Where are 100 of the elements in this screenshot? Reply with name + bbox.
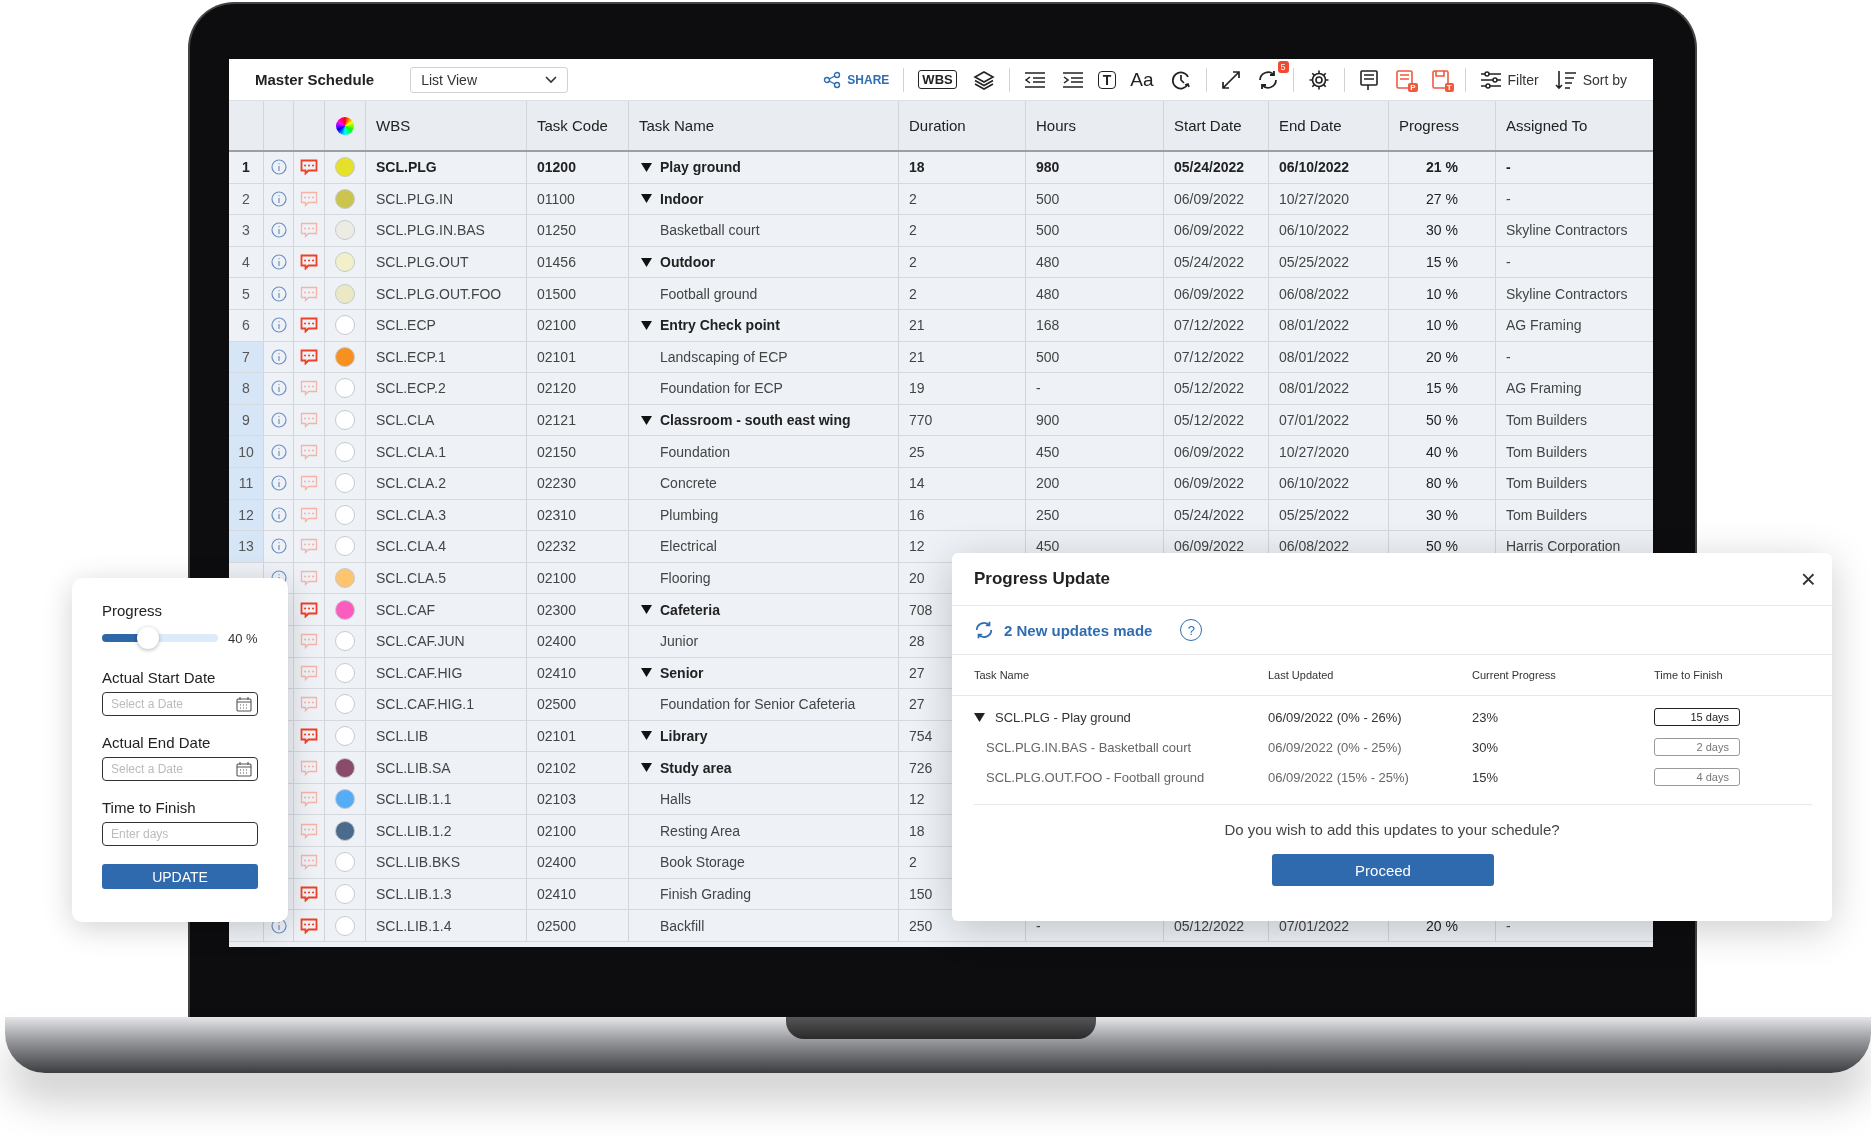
comment-icon[interactable]: [300, 506, 318, 523]
color-dot[interactable]: [335, 536, 355, 557]
comment-icon[interactable]: [300, 412, 318, 429]
help-button[interactable]: ?: [1180, 619, 1203, 641]
column-header[interactable]: Start Date: [1164, 101, 1269, 150]
days-field[interactable]: 2 days: [1654, 738, 1740, 756]
color-dot[interactable]: [335, 662, 355, 683]
comment-icon[interactable]: [300, 822, 318, 839]
info-icon[interactable]: [270, 317, 287, 334]
info-icon[interactable]: [270, 475, 287, 492]
expand-triangle-icon[interactable]: [641, 605, 652, 615]
comment-icon[interactable]: [300, 159, 318, 176]
column-header[interactable]: WBS: [366, 101, 527, 150]
info-icon[interactable]: [270, 254, 287, 271]
days-field[interactable]: 4 days: [1654, 768, 1740, 786]
close-button[interactable]: ×: [1800, 563, 1816, 595]
input-field[interactable]: Enter days: [102, 822, 258, 846]
color-dot[interactable]: [335, 252, 355, 273]
date-field[interactable]: Select a Date: [102, 757, 258, 781]
color-dot[interactable]: [335, 694, 355, 715]
sort-button[interactable]: Sort by: [1546, 65, 1635, 94]
comment-icon[interactable]: [300, 633, 318, 650]
comment-icon[interactable]: [300, 348, 318, 365]
share-button[interactable]: SHARE: [815, 66, 898, 93]
expand-triangle-icon[interactable]: [641, 415, 652, 425]
color-dot[interactable]: [335, 410, 355, 431]
comment-icon[interactable]: [300, 317, 318, 334]
info-icon[interactable]: [270, 190, 287, 207]
expand-triangle-icon[interactable]: [641, 194, 652, 204]
color-dot[interactable]: [335, 883, 355, 904]
color-dot[interactable]: [335, 315, 355, 336]
comment-icon[interactable]: [300, 885, 318, 902]
color-dot[interactable]: [335, 220, 355, 241]
expand-triangle-icon[interactable]: [641, 162, 652, 172]
color-dot[interactable]: [335, 852, 355, 873]
expand-triangle-icon[interactable]: [641, 763, 652, 773]
comment-icon[interactable]: [300, 254, 318, 271]
expand-triangle-icon[interactable]: [641, 731, 652, 741]
comment-icon[interactable]: [300, 696, 318, 713]
color-dot[interactable]: [335, 473, 355, 494]
column-header[interactable]: Assigned To: [1496, 101, 1653, 150]
color-dot[interactable]: [335, 568, 355, 588]
color-dot[interactable]: [335, 188, 355, 209]
date-field[interactable]: Select a Date: [102, 692, 258, 716]
info-icon[interactable]: [270, 443, 287, 460]
proceed-button[interactable]: Proceed: [1272, 854, 1494, 886]
comment-icon[interactable]: [300, 475, 318, 492]
text-box-button[interactable]: T: [1097, 70, 1117, 89]
comment-icon[interactable]: [300, 728, 318, 744]
comment-icon[interactable]: [300, 759, 318, 776]
expand-triangle-icon[interactable]: [641, 257, 652, 267]
calendar-icon[interactable]: [236, 696, 252, 712]
expand-triangle-icon[interactable]: [974, 712, 985, 722]
color-dot[interactable]: [335, 157, 355, 178]
comment-icon[interactable]: [300, 222, 318, 239]
color-dot[interactable]: [335, 789, 355, 810]
color-dot[interactable]: [335, 599, 355, 620]
color-dot[interactable]: [335, 346, 355, 367]
info-icon[interactable]: [270, 348, 287, 365]
comment-icon[interactable]: [300, 791, 318, 808]
comment-icon[interactable]: [300, 854, 318, 871]
info-icon[interactable]: [270, 285, 287, 302]
column-header[interactable]: End Date: [1269, 101, 1389, 150]
color-dot[interactable]: [335, 283, 355, 304]
color-dot[interactable]: [335, 820, 355, 841]
column-header[interactable]: Task Code: [527, 101, 629, 150]
comment-icon[interactable]: [300, 664, 318, 681]
info-icon[interactable]: [270, 222, 287, 239]
info-icon[interactable]: [270, 538, 287, 555]
filter-button[interactable]: Filter: [1471, 66, 1547, 93]
color-dot[interactable]: [335, 757, 355, 778]
color-dot[interactable]: [335, 631, 355, 652]
color-dot[interactable]: [335, 441, 355, 462]
info-icon[interactable]: [270, 380, 287, 397]
comment-icon[interactable]: [300, 570, 318, 586]
calendar-icon[interactable]: [236, 761, 252, 777]
column-header[interactable]: Task Name: [629, 101, 899, 150]
comment-icon[interactable]: [300, 285, 318, 302]
update-button[interactable]: UPDATE: [102, 864, 258, 889]
info-icon[interactable]: [270, 412, 287, 429]
comment-icon[interactable]: [300, 190, 318, 207]
font-button[interactable]: Aa: [1122, 64, 1162, 95]
comment-icon[interactable]: [300, 380, 318, 397]
comment-icon[interactable]: [300, 601, 318, 618]
info-icon[interactable]: [270, 506, 287, 523]
view-dropdown[interactable]: List View: [410, 66, 569, 93]
expand-triangle-icon[interactable]: [641, 320, 652, 330]
color-dot[interactable]: [335, 726, 355, 746]
color-dot[interactable]: [335, 915, 355, 936]
column-header[interactable]: Duration: [899, 101, 1026, 150]
comment-icon[interactable]: [300, 917, 318, 934]
column-header[interactable]: Progress: [1389, 101, 1496, 150]
comment-icon[interactable]: [300, 538, 318, 555]
info-icon[interactable]: [270, 159, 287, 176]
column-header[interactable]: Hours: [1026, 101, 1164, 150]
color-dot[interactable]: [335, 504, 355, 525]
wbs-button[interactable]: WBS: [918, 70, 957, 89]
progress-slider[interactable]: [102, 627, 218, 649]
color-dot[interactable]: [335, 378, 355, 399]
days-field[interactable]: 15 days: [1654, 708, 1740, 726]
